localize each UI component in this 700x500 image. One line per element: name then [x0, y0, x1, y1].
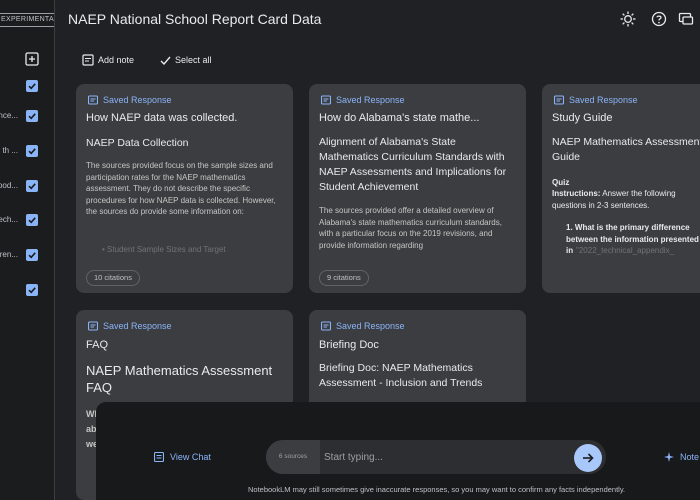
sources-sidebar: EXPERIMENTAL nce... th ... ood... ech...… — [0, 0, 55, 500]
source-item[interactable]: nce... — [0, 108, 54, 128]
notebook-guide-button[interactable]: Note — [664, 452, 699, 462]
saved-response-tag: Saved Response — [554, 95, 638, 105]
source-item[interactable] — [0, 78, 54, 98]
source-label: nce... — [0, 111, 18, 120]
sparkle-icon — [664, 452, 674, 462]
add-note-button[interactable]: Add note — [82, 52, 134, 68]
theme-icon[interactable] — [620, 11, 636, 27]
saved-response-tag: Saved Response — [321, 321, 405, 331]
chat-list-icon — [154, 452, 164, 462]
source-item[interactable]: th ... — [0, 143, 54, 163]
sources-count-chip[interactable]: 6 sources — [266, 440, 320, 474]
check-icon — [28, 113, 36, 120]
check-icon — [28, 148, 36, 155]
send-button[interactable] — [574, 444, 602, 472]
note-add-icon — [82, 54, 94, 66]
check-icon — [28, 217, 36, 224]
add-note-label: Add note — [98, 55, 135, 65]
source-checkbox[interactable] — [26, 145, 38, 157]
card-body: The sources provided focus on the sample… — [86, 161, 276, 216]
quiz-instructions: Instructions: Answer the following quest… — [552, 189, 676, 210]
select-all-label: Select all — [175, 55, 212, 65]
source-checkbox[interactable] — [26, 180, 38, 192]
view-chat-label: View Chat — [170, 452, 211, 462]
add-source-icon[interactable] — [25, 52, 39, 66]
note-card[interactable]: Saved Response Study Guide NAEP Mathemat… — [542, 84, 700, 293]
chat-input[interactable] — [324, 449, 560, 465]
card-title: How NAEP data was collected. — [86, 112, 238, 124]
quiz-source-ref: "2022_technical_appendix_ — [576, 246, 675, 255]
source-checkbox[interactable] — [26, 284, 38, 296]
check-icon — [160, 56, 171, 65]
experimental-badge: EXPERIMENTAL — [0, 13, 54, 27]
saved-response-label: Saved Response — [103, 321, 172, 331]
card-title: How do Alabama's state mathe... — [319, 112, 480, 124]
arrow-right-icon — [583, 453, 594, 463]
app-header: NAEP National School Report Card Data — [54, 0, 700, 40]
feedback-icon[interactable] — [678, 11, 694, 27]
citations-chip[interactable]: 9 citations — [319, 270, 369, 286]
check-icon — [28, 287, 36, 294]
note-card[interactable]: Saved Response How NAEP data was collect… — [76, 84, 293, 293]
source-label: ren... — [0, 250, 18, 259]
source-item[interactable]: ech... — [0, 212, 54, 232]
saved-response-icon — [321, 95, 331, 105]
saved-response-icon — [88, 321, 98, 331]
source-label: th ... — [2, 146, 18, 155]
select-all-button[interactable]: Select all — [160, 52, 212, 68]
source-checkbox[interactable] — [26, 110, 38, 122]
saved-response-tag: Saved Response — [88, 321, 172, 331]
card-heading: NAEP Data Collection — [86, 137, 189, 149]
help-icon[interactable] — [651, 11, 667, 27]
check-icon — [28, 183, 36, 190]
chat-panel: View Chat 6 sources Note NotebookLM may … — [96, 402, 700, 500]
notebook-title[interactable]: NAEP National School Report Card Data — [68, 11, 321, 27]
source-item[interactable]: ren... — [0, 247, 54, 267]
notebook-tab-label: Note — [680, 452, 700, 462]
card-heading: NAEP Mathematics Assessment FAQ — [86, 363, 273, 395]
source-item[interactable]: ood... — [0, 178, 54, 198]
saved-response-label: Saved Response — [336, 321, 405, 331]
saved-response-label: Saved Response — [336, 95, 405, 105]
saved-response-icon — [321, 321, 331, 331]
card-body: The sources provided offer a detailed ov… — [319, 206, 502, 250]
source-label: ech... — [0, 215, 18, 224]
card-title: FAQ — [86, 339, 109, 351]
view-chat-button[interactable]: View Chat — [154, 452, 211, 462]
note-card[interactable]: Saved Response How do Alabama's state ma… — [309, 84, 526, 293]
source-checkbox[interactable] — [26, 80, 38, 92]
citations-chip[interactable]: 10 citations — [86, 270, 140, 286]
card-title: Briefing Doc — [319, 339, 379, 351]
card-heading: NAEP Mathematics Assessment Guide — [552, 136, 700, 163]
source-label: ood... — [0, 181, 18, 190]
source-checkbox[interactable] — [26, 249, 38, 261]
saved-response-label: Saved Response — [103, 95, 172, 105]
saved-response-tag: Saved Response — [321, 95, 405, 105]
saved-response-icon — [88, 95, 98, 105]
check-icon — [28, 252, 36, 259]
card-heading: Briefing Doc: NAEP Mathematics Assessmen… — [319, 362, 483, 389]
saved-response-tag: Saved Response — [88, 95, 172, 105]
check-icon — [28, 83, 36, 90]
quiz-label: Quiz — [552, 178, 570, 187]
card-heading: Alignment of Alabama's State Mathematics… — [319, 136, 507, 193]
card-bullet: • Student Sample Sizes and Target — [102, 245, 226, 254]
saved-response-label: Saved Response — [569, 95, 638, 105]
disclaimer-text: NotebookLM may still sometimes give inac… — [248, 485, 626, 494]
card-title: Study Guide — [552, 112, 613, 124]
source-checkbox[interactable] — [26, 214, 38, 226]
chat-input-bar: 6 sources — [266, 440, 606, 474]
saved-response-icon — [554, 95, 564, 105]
source-item[interactable] — [0, 282, 54, 302]
